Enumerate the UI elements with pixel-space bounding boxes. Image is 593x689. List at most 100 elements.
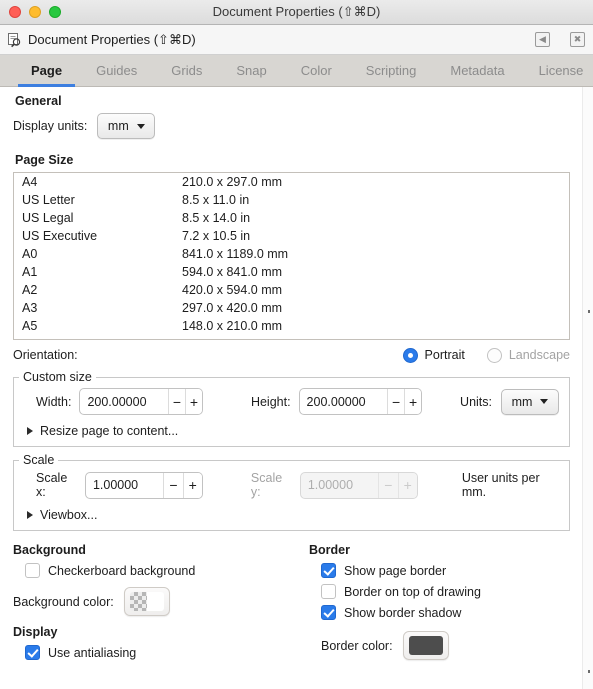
orientation-row: Orientation: Portrait Landscape [13, 343, 570, 367]
page-size-name: A5 [22, 319, 38, 333]
page-size-dimensions: 148.0 x 210.0 mm [182, 319, 283, 333]
dialog-dock-header: Document Properties (⇧⌘D) ◀ ✖ [0, 25, 593, 55]
page-size-dimensions: 8.5 x 11.0 in [182, 193, 250, 207]
width-decrement-button[interactable]: − [168, 389, 185, 414]
tab-grids[interactable]: Grids [154, 55, 219, 86]
border-on-top-checkbox-row[interactable]: Border on top of drawing [309, 581, 570, 602]
units-dropdown[interactable]: mm [501, 388, 559, 415]
general-section-title: General [15, 94, 62, 108]
traffic-lights [0, 6, 61, 18]
width-input[interactable]: 200.00000 [80, 389, 168, 414]
resize-page-to-content-disclosure[interactable]: Resize page to content... [24, 424, 559, 438]
tab-color[interactable]: Color [284, 55, 349, 86]
close-window-button[interactable] [9, 6, 21, 18]
show-page-border-checkbox-row[interactable]: Show page border [309, 560, 570, 581]
scale-legend: Scale [19, 453, 59, 467]
height-increment-button[interactable]: + [404, 389, 422, 414]
checkerboard-background-checkbox-icon[interactable] [25, 563, 40, 578]
scale-x-input[interactable]: 1.00000 [86, 473, 163, 498]
custom-size-legend: Custom size [19, 370, 96, 384]
display-section-title: Display [13, 625, 58, 639]
scale-x-decrement-button[interactable]: − [163, 472, 183, 498]
list-item[interactable]: A5 148.0 x 210.0 mm [14, 317, 569, 335]
tab-snap[interactable]: Snap [219, 55, 283, 86]
radio-portrait-icon[interactable] [402, 347, 418, 363]
tab-guides[interactable]: Guides [79, 55, 154, 86]
page-size-dimensions: 210.0 x 297.0 mm [182, 175, 283, 189]
list-item[interactable]: A4 210.0 x 297.0 mm [14, 173, 569, 191]
border-color-fill [408, 636, 443, 655]
document-properties-icon [7, 32, 23, 48]
vertical-scrollbar[interactable] [582, 87, 593, 689]
list-item[interactable]: A3 297.0 x 420.0 mm [14, 299, 569, 317]
background-display-column: Background Checkerboard background Backg… [13, 543, 309, 663]
scale-y-label: Scale y: [250, 471, 283, 499]
page-size-dimensions: 594.0 x 841.0 mm [182, 265, 283, 279]
background-color-swatch-button[interactable] [123, 587, 170, 616]
tab-license[interactable]: License [522, 55, 593, 86]
use-antialiasing-label: Use antialiasing [48, 645, 137, 660]
page-size-section-title: Page Size [15, 153, 74, 167]
show-border-shadow-checkbox-row[interactable]: Show border shadow [309, 602, 570, 623]
show-border-shadow-label: Show border shadow [344, 605, 462, 620]
checkerboard-background-checkbox-row[interactable]: Checkerboard background [13, 560, 309, 581]
scale-x-stepper[interactable]: 1.00000 − + [84, 471, 203, 499]
page-size-dimensions: 297.0 x 420.0 mm [182, 301, 283, 315]
radio-landscape-icon[interactable] [486, 347, 502, 363]
scale-x-increment-button[interactable]: + [182, 472, 202, 498]
list-item[interactable]: US Executive 7.2 x 10.5 in [14, 227, 569, 245]
border-color-label: Border color: [321, 638, 393, 653]
tab-page[interactable]: Page [14, 55, 79, 87]
orientation-landscape-option[interactable]: Landscape [486, 347, 570, 363]
list-item[interactable]: A0 841.0 x 1189.0 mm [14, 245, 569, 263]
orientation-label: Orientation: [13, 348, 78, 362]
document-properties-window: Document Properties (⇧⌘D) Document Prope… [0, 0, 593, 689]
disclosure-triangle-icon [27, 511, 33, 519]
display-units-dropdown[interactable]: mm [97, 113, 156, 139]
page-size-list[interactable]: A4 210.0 x 297.0 mm US Letter 8.5 x 11.0 i… [13, 172, 570, 340]
display-units-value: mm [107, 119, 129, 133]
scale-y-stepper: 1.00000 − + [299, 471, 418, 499]
height-decrement-button[interactable]: − [387, 389, 405, 414]
border-on-top-checkbox-icon[interactable] [321, 584, 336, 599]
height-input[interactable]: 200.00000 [300, 389, 388, 414]
scale-units-note: User units per mm. [461, 471, 540, 499]
list-item[interactable]: A1 594.0 x 841.0 mm [14, 263, 569, 281]
viewbox-disclosure[interactable]: Viewbox... [24, 508, 559, 522]
scale-group: Scale Scale x: 1.00000 − + Scale y: 1.00… [13, 453, 570, 531]
use-antialiasing-checkbox-row[interactable]: Use antialiasing [13, 642, 309, 663]
dialog-title: Document Properties (⇧⌘D) [28, 31, 196, 47]
page-size-name: A4 [22, 175, 38, 189]
width-stepper[interactable]: 200.00000 − + [79, 388, 203, 415]
scale-y-increment-button: + [397, 472, 417, 498]
show-page-border-checkbox-icon[interactable] [321, 563, 336, 578]
use-antialiasing-checkbox-icon[interactable] [25, 645, 40, 660]
units-value: mm [511, 394, 533, 409]
scale-y-decrement-button: − [378, 472, 398, 498]
page-size-dimensions: 7.2 x 10.5 in [182, 229, 251, 243]
window-title: Document Properties (⇧⌘D) [212, 4, 381, 19]
close-dock-button[interactable]: ✖ [570, 32, 585, 47]
show-border-shadow-checkbox-icon[interactable] [321, 605, 336, 620]
border-color-swatch-button[interactable] [402, 631, 449, 660]
list-item[interactable]: US Letter 8.5 x 11.0 in [14, 191, 569, 209]
border-column: Border Show page border Border on top of… [309, 543, 570, 663]
white-color-half [146, 592, 164, 611]
tab-metadata[interactable]: Metadata [433, 55, 521, 86]
minimize-window-button[interactable] [29, 6, 41, 18]
chevron-down-icon [540, 399, 549, 404]
width-label: Width: [36, 394, 72, 409]
width-increment-button[interactable]: + [184, 389, 202, 414]
tab-scripting[interactable]: Scripting [349, 55, 434, 86]
orientation-portrait-option[interactable]: Portrait [402, 347, 465, 363]
collapse-dock-button[interactable]: ◀ [535, 32, 550, 47]
background-section-title: Background [13, 543, 86, 557]
list-item[interactable]: US Legal 8.5 x 14.0 in [14, 209, 569, 227]
orientation-portrait-label: Portrait [424, 348, 465, 362]
show-page-border-label: Show page border [344, 563, 447, 578]
list-item[interactable]: A2 420.0 x 594.0 mm [14, 281, 569, 299]
height-stepper[interactable]: 200.00000 − + [298, 388, 423, 415]
scale-fields-row: Scale x: 1.00000 − + Scale y: 1.00000 − … [24, 471, 559, 499]
background-color-row: Background color: [13, 587, 309, 616]
zoom-window-button[interactable] [49, 6, 61, 18]
